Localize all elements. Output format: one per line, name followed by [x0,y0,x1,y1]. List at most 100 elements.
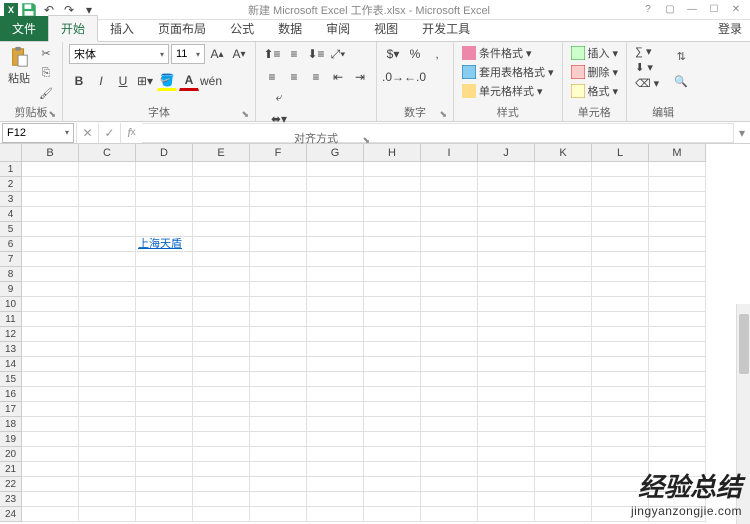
cell[interactable] [535,417,592,432]
tab-formulas[interactable]: 公式 [218,16,266,41]
cell[interactable] [307,207,364,222]
cell[interactable] [592,357,649,372]
cell[interactable] [22,207,79,222]
cell[interactable] [364,252,421,267]
tab-view[interactable]: 视图 [362,16,410,41]
cell[interactable] [22,447,79,462]
cell[interactable] [364,357,421,372]
clipboard-launcher-icon[interactable]: ⬊ [48,109,56,120]
cell[interactable] [535,462,592,477]
cell[interactable] [250,372,307,387]
cell[interactable] [649,342,706,357]
column-header[interactable]: M [649,144,706,162]
tab-file[interactable]: 文件 [0,16,48,41]
cell[interactable] [193,327,250,342]
cell[interactable] [649,387,706,402]
login-link[interactable]: 登录 [710,16,750,41]
cell[interactable] [193,207,250,222]
cell[interactable] [478,372,535,387]
cell[interactable] [592,267,649,282]
cell[interactable] [649,492,706,507]
cell[interactable] [79,192,136,207]
cell[interactable] [592,462,649,477]
cell[interactable] [478,477,535,492]
cell[interactable] [22,342,79,357]
cell[interactable] [421,327,478,342]
cell[interactable] [79,222,136,237]
cell[interactable] [535,477,592,492]
cell[interactable] [250,162,307,177]
cell[interactable] [649,447,706,462]
cell[interactable] [136,507,193,522]
cell[interactable] [478,402,535,417]
cell[interactable] [136,477,193,492]
column-header[interactable]: L [592,144,649,162]
fill-color-icon[interactable]: 🪣 [157,71,177,91]
decrease-indent-icon[interactable]: ⇤ [328,67,348,87]
cell[interactable] [592,312,649,327]
cell[interactable] [364,267,421,282]
cell[interactable] [79,297,136,312]
cell[interactable] [421,432,478,447]
cell[interactable] [592,432,649,447]
font-color-icon[interactable]: A [179,71,199,91]
cell[interactable] [79,492,136,507]
format-painter-icon[interactable]: 🖌 [36,84,56,102]
cell[interactable] [79,252,136,267]
cell[interactable] [592,417,649,432]
cell[interactable] [421,162,478,177]
column-header[interactable]: G [307,144,364,162]
tab-developer[interactable]: 开发工具 [410,16,482,41]
cell[interactable] [592,237,649,252]
cell[interactable] [136,492,193,507]
cell[interactable] [250,267,307,282]
font-launcher-icon[interactable]: ⬊ [241,109,249,120]
percent-format-icon[interactable]: % [405,44,425,64]
cell[interactable] [193,417,250,432]
cell[interactable] [136,327,193,342]
cell[interactable] [478,252,535,267]
cell[interactable] [307,297,364,312]
cell[interactable] [307,372,364,387]
format-cells-button[interactable]: 格式 ▾ [569,82,621,100]
column-header[interactable]: I [421,144,478,162]
cell[interactable] [421,492,478,507]
cell[interactable] [136,222,193,237]
row-header[interactable]: 3 [0,192,22,207]
cell[interactable] [250,387,307,402]
cell[interactable] [307,462,364,477]
cell[interactable] [649,402,706,417]
cell[interactable] [649,417,706,432]
cell[interactable] [136,162,193,177]
cell[interactable] [592,162,649,177]
decrease-decimal-icon[interactable]: ←.0 [405,67,425,87]
cell[interactable] [535,387,592,402]
cell[interactable] [136,387,193,402]
cell[interactable] [193,162,250,177]
align-right-icon[interactable]: ≡ [306,67,326,87]
cell[interactable] [79,477,136,492]
row-header[interactable]: 9 [0,282,22,297]
cell[interactable] [535,267,592,282]
sort-filter-icon[interactable]: ⇅ [669,44,693,68]
cell[interactable] [478,237,535,252]
cell[interactable] [136,207,193,222]
cell[interactable] [193,312,250,327]
cell[interactable] [421,357,478,372]
select-all-corner[interactable] [0,144,22,162]
delete-cells-button[interactable]: 删除 ▾ [569,63,621,81]
help-icon[interactable]: ? [640,2,656,18]
cell[interactable] [421,402,478,417]
cell[interactable] [478,462,535,477]
cell[interactable] [193,342,250,357]
cell[interactable] [79,447,136,462]
cell[interactable] [592,252,649,267]
cell[interactable] [22,477,79,492]
cell[interactable] [307,387,364,402]
cell[interactable] [250,177,307,192]
increase-decimal-icon[interactable]: .0→ [383,67,403,87]
cell[interactable] [307,177,364,192]
cell[interactable] [22,252,79,267]
paste-button[interactable]: 粘贴 [6,44,32,88]
cell[interactable] [364,387,421,402]
